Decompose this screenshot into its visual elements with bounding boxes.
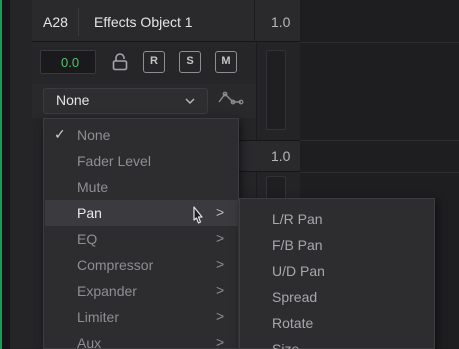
chevron-right-icon: >: [216, 204, 225, 220]
track-id: A28: [43, 14, 68, 30]
menu-item-expander[interactable]: Expander >: [45, 278, 239, 304]
chevron-down-icon[interactable]: [184, 95, 196, 107]
menu-item-fader-level[interactable]: Fader Level: [45, 148, 239, 174]
menu-item-label: Expander: [77, 283, 137, 299]
timeline-track-divider: [300, 172, 459, 173]
track-name[interactable]: Effects Object 1: [94, 14, 193, 30]
menu-item-none[interactable]: ✓ None: [45, 122, 239, 148]
automation-mode-menu: ✓ None Fader Level Mute Pan > EQ > Compr…: [43, 118, 239, 349]
menu-item-label: Fader Level: [77, 153, 151, 169]
lock-icon[interactable]: [112, 53, 128, 71]
mute-button[interactable]: M: [215, 51, 237, 73]
menu-item-compressor[interactable]: Compressor >: [45, 252, 239, 278]
automation-mode-value: None: [56, 92, 90, 108]
menu-item-pan[interactable]: Pan >: [45, 200, 239, 226]
mouse-pointer-icon: [193, 206, 203, 224]
checkmark-icon: ✓: [54, 126, 66, 142]
menu-item-limiter[interactable]: Limiter >: [45, 304, 239, 330]
chevron-right-icon: >: [216, 282, 225, 298]
menu-item-label: Pan: [77, 205, 102, 221]
track-color-edge: [0, 0, 10, 349]
submenu-item-size[interactable]: Size: [272, 341, 299, 349]
track-gain-readout: 1.0: [271, 14, 291, 30]
track-color-stripe: [0, 0, 2, 349]
submenu-item-spread[interactable]: Spread: [272, 289, 317, 305]
header-divider: [78, 8, 79, 36]
menu-item-label: Aux: [77, 335, 102, 349]
timeline-track-divider: [300, 140, 459, 141]
menu-item-label: Mute: [77, 179, 109, 195]
track-gain-readout-2: 1.0: [271, 148, 291, 164]
chevron-right-icon: >: [216, 256, 225, 272]
menu-item-label: Compressor: [77, 257, 154, 273]
pan-submenu: L/R Pan F/B Pan U/D Pan Spread Rotate Si…: [239, 198, 435, 349]
fader-value: 0.0: [61, 55, 80, 70]
submenu-item-fb-pan[interactable]: F/B Pan: [272, 237, 323, 253]
menu-item-label: EQ: [77, 231, 98, 247]
automation-curve-icon[interactable]: [218, 90, 244, 110]
header-divider: [254, 0, 255, 42]
menu-item-eq[interactable]: EQ >: [45, 226, 239, 252]
solo-button[interactable]: S: [179, 51, 201, 73]
level-meter: [266, 50, 286, 130]
record-arm-button[interactable]: R: [143, 51, 165, 73]
menu-item-mute[interactable]: Mute: [45, 174, 239, 200]
timeline-track-divider: [300, 42, 459, 43]
submenu-item-rotate[interactable]: Rotate: [272, 315, 313, 331]
submenu-item-ud-pan[interactable]: U/D Pan: [272, 263, 325, 279]
submenu-item-lr-pan[interactable]: L/R Pan: [272, 211, 323, 227]
menu-item-label: Limiter: [77, 309, 120, 325]
chevron-right-icon: >: [216, 334, 225, 349]
chevron-right-icon: >: [216, 230, 225, 246]
chevron-right-icon: >: [216, 308, 225, 324]
menu-item-label: None: [77, 127, 111, 143]
menu-item-aux[interactable]: Aux >: [45, 330, 239, 349]
